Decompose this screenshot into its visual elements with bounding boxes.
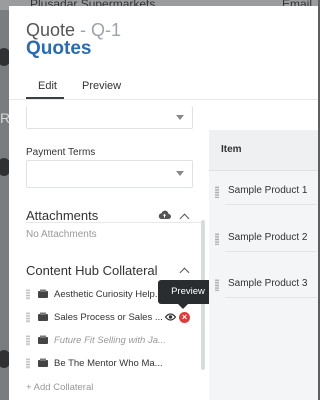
drag-handle-icon[interactable] — [215, 186, 219, 198]
collateral-item-label: Future Fit Selling with Ja... — [54, 335, 166, 346]
chevron-up-icon[interactable] — [179, 267, 190, 278]
page-title: Quotes — [26, 38, 92, 59]
item-name: Sample Product 1 — [228, 185, 308, 196]
chevron-down-icon — [176, 115, 184, 120]
drag-handle-icon[interactable] — [26, 289, 30, 300]
drag-handle-icon[interactable] — [215, 233, 219, 245]
quote-label: Quote — [26, 20, 76, 40]
collateral-title: Content Hub Collateral — [26, 263, 158, 278]
item-row[interactable]: Sample Product 1 — [209, 176, 318, 222]
items-panel: Item Sample Product 1 Sample Product 2 S… — [209, 130, 318, 400]
item-row[interactable]: Sample Product 3 — [209, 269, 318, 315]
document-icon — [38, 312, 48, 321]
previous-select[interactable] — [26, 106, 193, 129]
tab-edit[interactable]: Edit — [38, 80, 57, 92]
items-header: Item — [209, 130, 318, 171]
list-item[interactable]: Be The Mentor Who Ma... — [26, 355, 201, 373]
attachments-title: Attachments — [26, 208, 99, 223]
collateral-item-label: Sales Process or Sales ... — [54, 312, 163, 323]
payment-terms-select[interactable] — [26, 160, 193, 188]
background-left-strip: Re — [0, 10, 10, 400]
quote-modal: Quote - Q-1 Quotes Edit Preview Payment … — [9, 6, 318, 400]
cloud-upload-icon[interactable] — [158, 210, 171, 220]
document-icon — [38, 358, 48, 367]
document-icon — [38, 289, 48, 298]
quote-id: - Q-1 — [75, 20, 122, 40]
tab-preview[interactable]: Preview — [82, 80, 121, 92]
background-text: Re — [0, 110, 9, 126]
divider — [225, 251, 317, 252]
attachments-empty: No Attachments — [26, 229, 97, 240]
payment-terms-label: Payment Terms — [26, 147, 96, 158]
item-row[interactable]: Sample Product 2 — [209, 223, 318, 269]
list-item[interactable]: Future Fit Selling with Ja... — [26, 332, 201, 350]
divider — [225, 297, 317, 298]
collateral-item-label: Aesthetic Curiosity Help... — [54, 289, 163, 300]
item-name: Sample Product 2 — [228, 232, 308, 243]
items-header-label: Item — [221, 144, 242, 155]
form-column: Payment Terms Attachments No Attachments… — [9, 100, 209, 400]
add-collateral-link[interactable]: + Add Collateral — [26, 382, 93, 393]
drag-handle-icon[interactable] — [26, 335, 30, 346]
item-name: Sample Product 3 — [228, 278, 308, 289]
collateral-item-label: Be The Mentor Who Ma... — [54, 358, 163, 369]
divider — [26, 222, 201, 223]
drag-handle-icon[interactable] — [26, 358, 30, 369]
list-item[interactable]: Sales Process or Sales ... × — [26, 309, 201, 327]
divider — [225, 204, 317, 205]
chevron-down-icon — [176, 171, 184, 176]
drag-handle-icon[interactable] — [215, 279, 219, 291]
remove-icon[interactable]: × — [179, 312, 190, 323]
document-icon — [38, 335, 48, 344]
drag-handle-icon[interactable] — [26, 312, 30, 323]
eye-icon[interactable] — [165, 313, 176, 321]
